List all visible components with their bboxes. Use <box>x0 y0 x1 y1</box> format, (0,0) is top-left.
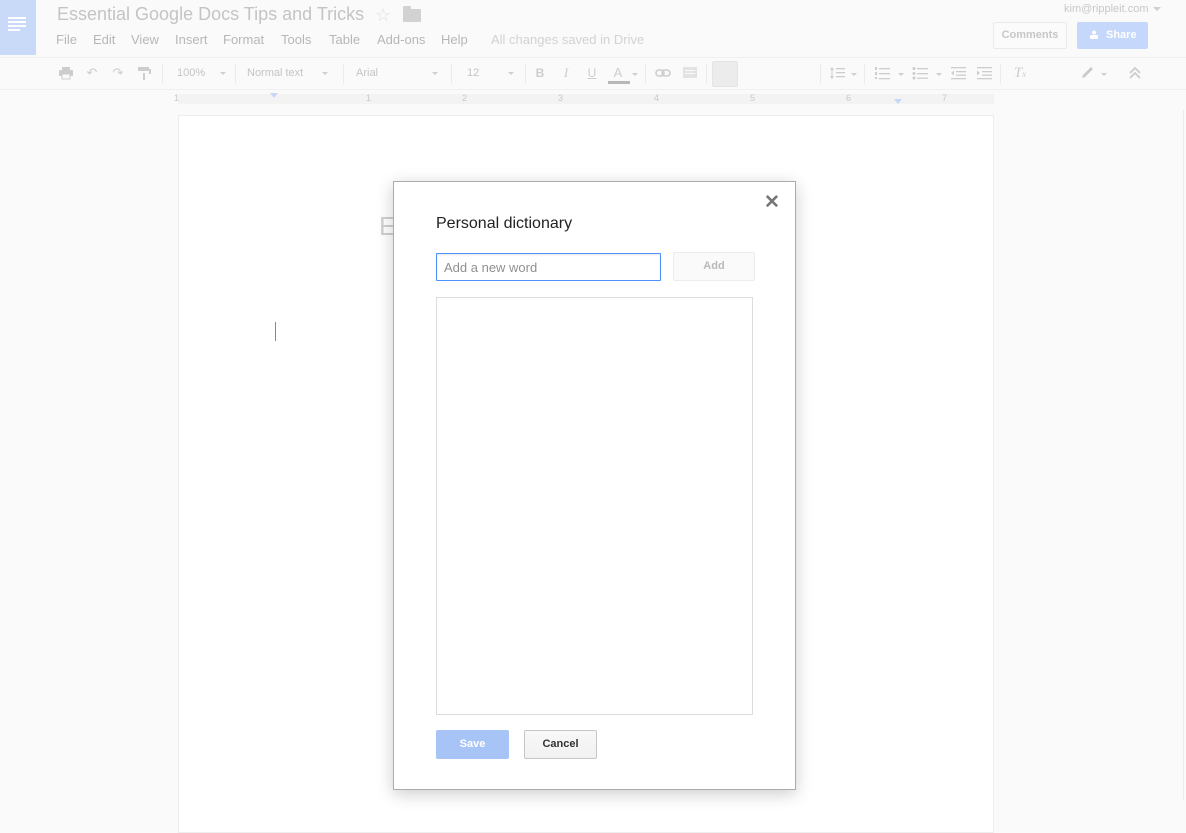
new-word-input[interactable] <box>436 253 661 281</box>
toolbar: ↶ ↷ 100% Normal text Arial 12 B I U A Tx <box>0 57 1186 135</box>
account-email[interactable]: kim@rippleit.com <box>1064 3 1149 15</box>
close-icon[interactable]: ✕ <box>764 193 780 212</box>
ruler-number: 2 <box>462 93 468 103</box>
increase-indent-icon[interactable] <box>976 66 992 80</box>
text-color-button[interactable]: A <box>608 65 630 84</box>
clear-formatting-icon[interactable]: Tx <box>1012 66 1028 81</box>
underline-button[interactable]: U <box>584 66 600 80</box>
menu-file[interactable]: File <box>56 32 77 47</box>
dialog-title: Personal dictionary <box>436 215 573 232</box>
font-select[interactable]: Arial <box>356 58 440 89</box>
ruler-number: 1 <box>366 93 372 103</box>
redo-icon[interactable]: ↷ <box>110 66 126 80</box>
menu-table[interactable]: Table <box>329 32 360 47</box>
font-value: Arial <box>356 67 379 79</box>
personal-dictionary-dialog: ✕ Personal dictionary Add Save Cancel <box>393 181 796 790</box>
ruler-number: 1 <box>174 93 180 103</box>
numbered-list-icon[interactable] <box>874 66 890 80</box>
folder-icon[interactable] <box>403 6 421 22</box>
share-label: Share <box>1106 29 1137 41</box>
save-status: All changes saved in Drive <box>491 32 645 47</box>
right-indent-marker[interactable] <box>894 99 902 104</box>
print-icon[interactable] <box>58 66 74 80</box>
star-icon[interactable]: ☆ <box>375 5 391 26</box>
save-button[interactable]: Save <box>436 730 509 759</box>
insert-comment-icon[interactable] <box>682 66 698 80</box>
text-color-glyph: A <box>613 65 623 80</box>
menu-view[interactable]: View <box>131 32 159 47</box>
paragraph-style-select[interactable]: Normal text <box>247 58 332 89</box>
ruler-number: 6 <box>846 93 852 103</box>
ruler-number: 4 <box>654 93 660 103</box>
font-size-select[interactable]: 12 <box>467 58 517 89</box>
scrollbar[interactable] <box>1183 110 1184 800</box>
ruler-number: 7 <box>942 93 948 103</box>
docs-logo-icon[interactable] <box>0 0 36 55</box>
comments-button[interactable]: Comments <box>993 22 1067 49</box>
link-icon[interactable] <box>655 66 671 80</box>
chevron-down-icon[interactable] <box>1153 7 1161 11</box>
ruler-track <box>178 94 994 104</box>
pencil-icon[interactable] <box>1080 66 1096 80</box>
font-size-value: 12 <box>467 67 480 79</box>
ruler-number: 3 <box>558 93 564 103</box>
menu-format[interactable]: Format <box>223 32 264 47</box>
menu-insert[interactable]: Insert <box>175 32 208 47</box>
decrease-indent-icon[interactable] <box>950 66 966 80</box>
doc-title[interactable]: Essential Google Docs Tips and Tricks <box>57 4 364 25</box>
text-cursor <box>275 322 276 341</box>
ruler-number: 5 <box>750 93 756 103</box>
bold-button[interactable]: B <box>532 66 548 80</box>
paint-format-icon[interactable] <box>136 66 152 80</box>
left-indent-marker[interactable] <box>270 93 278 98</box>
ruler[interactable]: 1 1 2 3 4 5 6 7 <box>0 91 1186 106</box>
paragraph-style-value: Normal text <box>247 67 304 79</box>
collapse-icon[interactable] <box>1127 66 1143 80</box>
undo-icon[interactable]: ↶ <box>84 66 100 80</box>
italic-button[interactable]: I <box>558 66 574 80</box>
bulleted-list-icon[interactable] <box>912 66 928 80</box>
line-spacing-icon[interactable] <box>829 66 845 80</box>
share-person-icon <box>1090 30 1098 39</box>
zoom-select[interactable]: 100% <box>177 58 227 89</box>
menu-tools[interactable]: Tools <box>281 32 311 47</box>
zoom-value: 100% <box>177 67 206 79</box>
menu-help[interactable]: Help <box>441 32 468 47</box>
word-list[interactable] <box>436 297 753 715</box>
cancel-button[interactable]: Cancel <box>524 730 597 759</box>
share-button[interactable]: Share <box>1077 22 1148 49</box>
align-left-button[interactable] <box>712 61 738 87</box>
add-word-button[interactable]: Add <box>673 252 755 281</box>
header: Essential Google Docs Tips and Tricks ☆ … <box>0 0 1186 56</box>
menu-edit[interactable]: Edit <box>93 32 115 47</box>
menu-add-ons[interactable]: Add-ons <box>377 32 425 47</box>
